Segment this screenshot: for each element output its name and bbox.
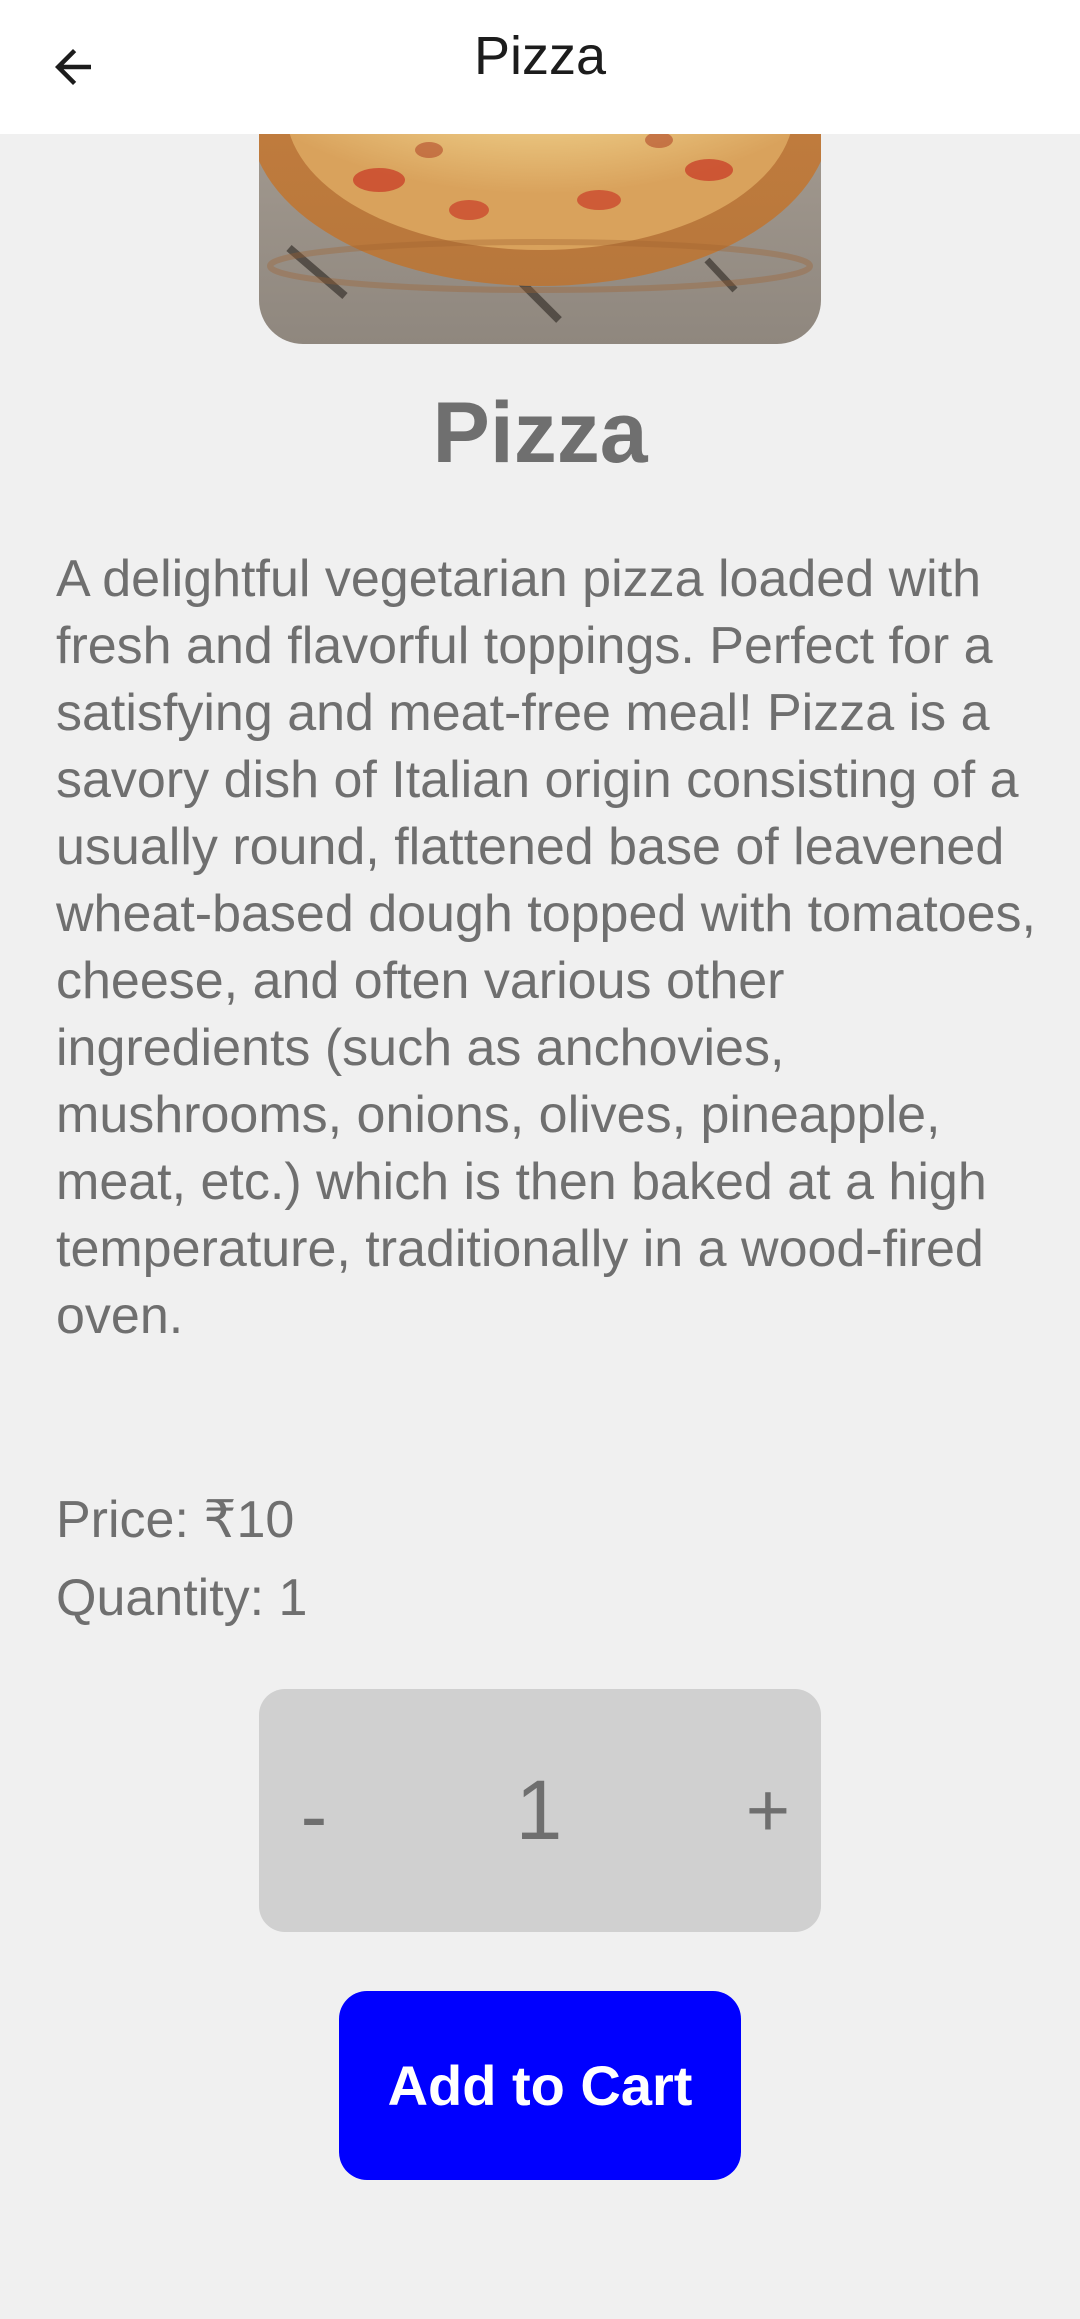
add-to-cart-button[interactable]: Add to Cart: [339, 1991, 741, 2180]
increment-button[interactable]: +: [723, 1689, 813, 1932]
app-bar: Pizza: [0, 0, 1080, 134]
product-description: A delightful vegetarian pizza loaded wit…: [56, 550, 1037, 1345]
quantity-text: Quantity: 1: [56, 1569, 308, 1627]
price-text: Price: ₹10: [56, 1491, 295, 1549]
app-bar-title: Pizza: [473, 26, 607, 86]
product-title: Pizza: [432, 385, 648, 481]
quantity-value: 1: [515, 1763, 563, 1857]
decrement-button[interactable]: -: [269, 1689, 359, 1932]
quantity-stepper: - 1 +: [259, 1689, 821, 1932]
